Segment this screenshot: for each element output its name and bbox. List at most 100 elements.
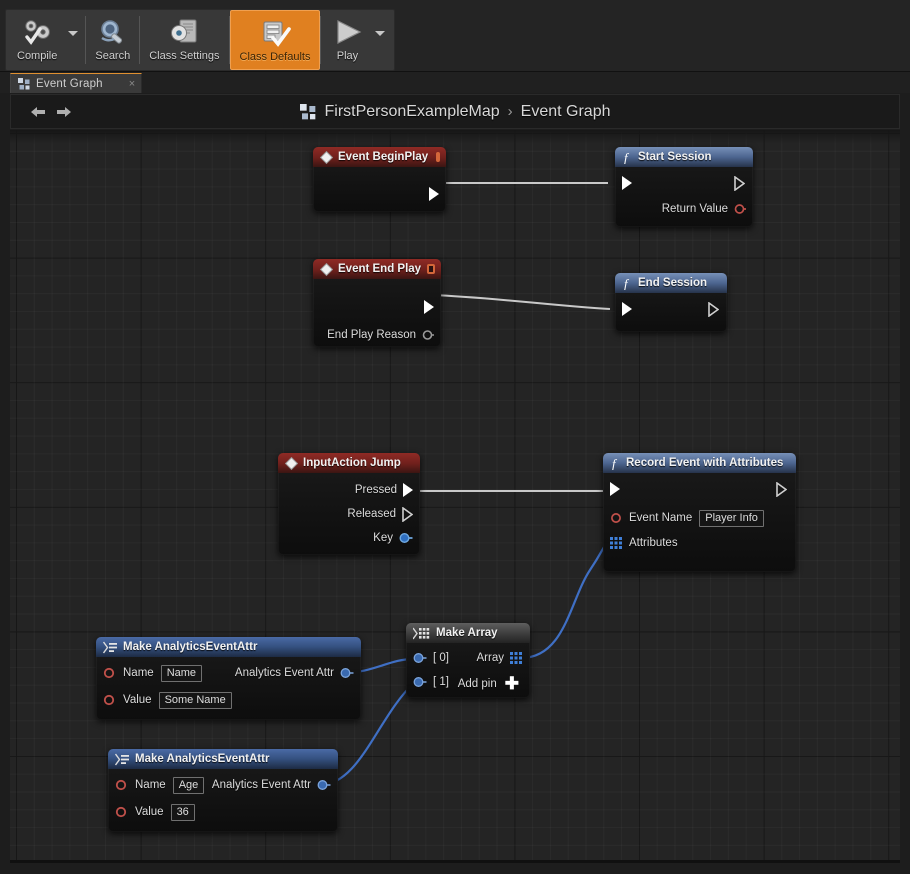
- forward-arrow-icon[interactable]: [51, 99, 77, 125]
- value-input[interactable]: 36: [171, 804, 195, 821]
- pin-row-return-value[interactable]: Return Value: [655, 198, 753, 220]
- node-event-begin-play[interactable]: Event BeginPlay: [313, 147, 446, 212]
- pin-row-array-out[interactable]: Array: [470, 647, 530, 669]
- node-make-analytics-event-attr-1[interactable]: Make AnalyticsEventAttr Name Name Analyt…: [96, 637, 361, 720]
- key-pin[interactable]: [399, 532, 413, 544]
- svg-text:f: f: [624, 151, 630, 164]
- exec-out-pin[interactable]: [429, 187, 439, 201]
- exec-out-pin[interactable]: [708, 302, 719, 317]
- name-input[interactable]: Name: [161, 665, 202, 682]
- play-icon: [330, 15, 364, 48]
- node-end-session[interactable]: f End Session: [615, 273, 727, 332]
- node-title: Record Event with Attributes: [626, 457, 783, 469]
- node-body: Return Value: [615, 167, 753, 227]
- function-f-icon: f: [610, 457, 621, 470]
- array-out-pin[interactable]: [510, 652, 523, 665]
- event-graph-canvas[interactable]: Event BeginPlay f Start Session: [10, 130, 900, 863]
- pin-label: Pressed: [355, 484, 397, 496]
- toolbar: Compile Search: [0, 0, 910, 72]
- pin-row-key[interactable]: Key: [366, 527, 420, 549]
- tab-event-graph[interactable]: Event Graph ×: [10, 73, 142, 93]
- node-make-analytics-event-attr-2[interactable]: Make AnalyticsEventAttr Name Age Analyti…: [108, 749, 338, 832]
- exec-in-pin[interactable]: [622, 176, 632, 190]
- make-struct-icon: [115, 753, 130, 766]
- pin-label: Attributes: [629, 537, 678, 549]
- wire-makearray-to-attributes: [521, 541, 608, 658]
- toolbar-button-group: Compile Search: [5, 9, 395, 71]
- pin-row-name[interactable]: Name Age: [108, 774, 211, 796]
- pin-row-value[interactable]: Value 36: [108, 801, 202, 823]
- compile-button[interactable]: Compile: [8, 10, 66, 70]
- released-exec-pin[interactable]: [402, 507, 413, 522]
- class-defaults-button[interactable]: Class Defaults: [230, 10, 321, 70]
- value-input[interactable]: Some Name: [159, 692, 232, 709]
- pin-row-item-1[interactable]: [ 1]: [406, 671, 456, 693]
- play-label: Play: [337, 50, 358, 62]
- attributes-array-pin[interactable]: [610, 537, 623, 550]
- node-input-action-jump[interactable]: InputAction Jump Pressed Released Key: [278, 453, 420, 555]
- event-name-pin[interactable]: [610, 512, 623, 524]
- pin-row-released[interactable]: Released: [340, 503, 420, 525]
- node-event-end-play[interactable]: Event End Play End Play Reason: [313, 259, 441, 347]
- pin-label: End Play Reason: [327, 329, 416, 341]
- back-arrow-icon[interactable]: [25, 99, 51, 125]
- event-name-input[interactable]: Player Info: [699, 510, 764, 527]
- compile-label: Compile: [17, 50, 57, 62]
- event-diamond-icon: [320, 151, 333, 164]
- node-header: Event End Play: [313, 259, 441, 279]
- pin-label: Name: [123, 667, 154, 679]
- breadcrumb-separator: ›: [508, 103, 513, 120]
- play-button[interactable]: Play: [321, 10, 373, 70]
- pin-row-value[interactable]: Value Some Name: [96, 689, 239, 711]
- pin-label: Name: [135, 779, 166, 791]
- exec-in-pin[interactable]: [610, 482, 620, 496]
- plus-icon[interactable]: ✚: [505, 678, 519, 690]
- node-start-session[interactable]: f Start Session Return Value: [615, 147, 753, 227]
- analytics-event-attr-out-pin[interactable]: [340, 667, 354, 679]
- pin-row-event-name[interactable]: Event Name Player Info: [603, 507, 771, 529]
- name-pin[interactable]: [115, 779, 129, 791]
- pin-label: Released: [347, 508, 396, 520]
- exec-in-pin[interactable]: [622, 302, 632, 316]
- breadcrumb-root[interactable]: FirstPersonExampleMap: [325, 103, 500, 121]
- pin-label: Return Value: [662, 203, 728, 215]
- pin-row-end-play-reason[interactable]: End Play Reason: [320, 324, 441, 346]
- add-pin-button[interactable]: Add pin ✚: [451, 673, 526, 695]
- value-pin[interactable]: [115, 806, 129, 818]
- breadcrumb: FirstPersonExampleMap › Event Graph: [10, 94, 900, 129]
- close-icon[interactable]: ×: [129, 78, 135, 90]
- play-dropdown-arrow[interactable]: [373, 10, 392, 70]
- name-input[interactable]: Age: [173, 777, 205, 794]
- class-settings-icon: [167, 15, 201, 48]
- analytics-event-attr-out-pin[interactable]: [317, 779, 331, 791]
- value-pin[interactable]: [103, 694, 117, 706]
- array-item-1-pin[interactable]: [413, 676, 427, 688]
- node-record-event-with-attributes[interactable]: f Record Event with Attributes Event Nam…: [603, 453, 796, 572]
- compile-dropdown-arrow[interactable]: [66, 10, 85, 70]
- class-defaults-label: Class Defaults: [240, 51, 311, 63]
- node-make-array[interactable]: Make Array [ 0] Array: [406, 623, 530, 698]
- pin-label: Value: [123, 694, 152, 706]
- name-pin[interactable]: [103, 667, 117, 679]
- end-play-reason-pin[interactable]: [422, 329, 434, 341]
- node-header: Make AnalyticsEventAttr: [108, 749, 338, 769]
- exec-out-pin[interactable]: [734, 176, 745, 191]
- pin-row-analytics-event-attr-out[interactable]: Analytics Event Attr: [228, 662, 361, 684]
- array-item-0-pin[interactable]: [413, 652, 427, 664]
- pin-row-pressed[interactable]: Pressed: [348, 479, 420, 501]
- return-value-pin[interactable]: [734, 203, 746, 215]
- class-settings-button[interactable]: Class Settings: [140, 10, 228, 70]
- pin-label: [ 1]: [433, 676, 449, 688]
- node-header: Make AnalyticsEventAttr: [96, 637, 361, 657]
- breadcrumb-current[interactable]: Event Graph: [521, 103, 611, 121]
- exec-out-pin[interactable]: [424, 300, 434, 314]
- node-title: Event End Play: [338, 263, 421, 275]
- pin-row-attributes[interactable]: Attributes: [603, 532, 685, 554]
- exec-out-pin[interactable]: [776, 482, 787, 497]
- pin-row-exec-out[interactable]: [416, 183, 446, 205]
- pin-row-analytics-event-attr-out[interactable]: Analytics Event Attr: [205, 774, 338, 796]
- search-button[interactable]: Search: [86, 10, 139, 70]
- pin-row-item-0[interactable]: [ 0]: [406, 647, 456, 669]
- pin-row-name[interactable]: Name Name: [96, 662, 209, 684]
- pressed-exec-pin[interactable]: [403, 483, 413, 497]
